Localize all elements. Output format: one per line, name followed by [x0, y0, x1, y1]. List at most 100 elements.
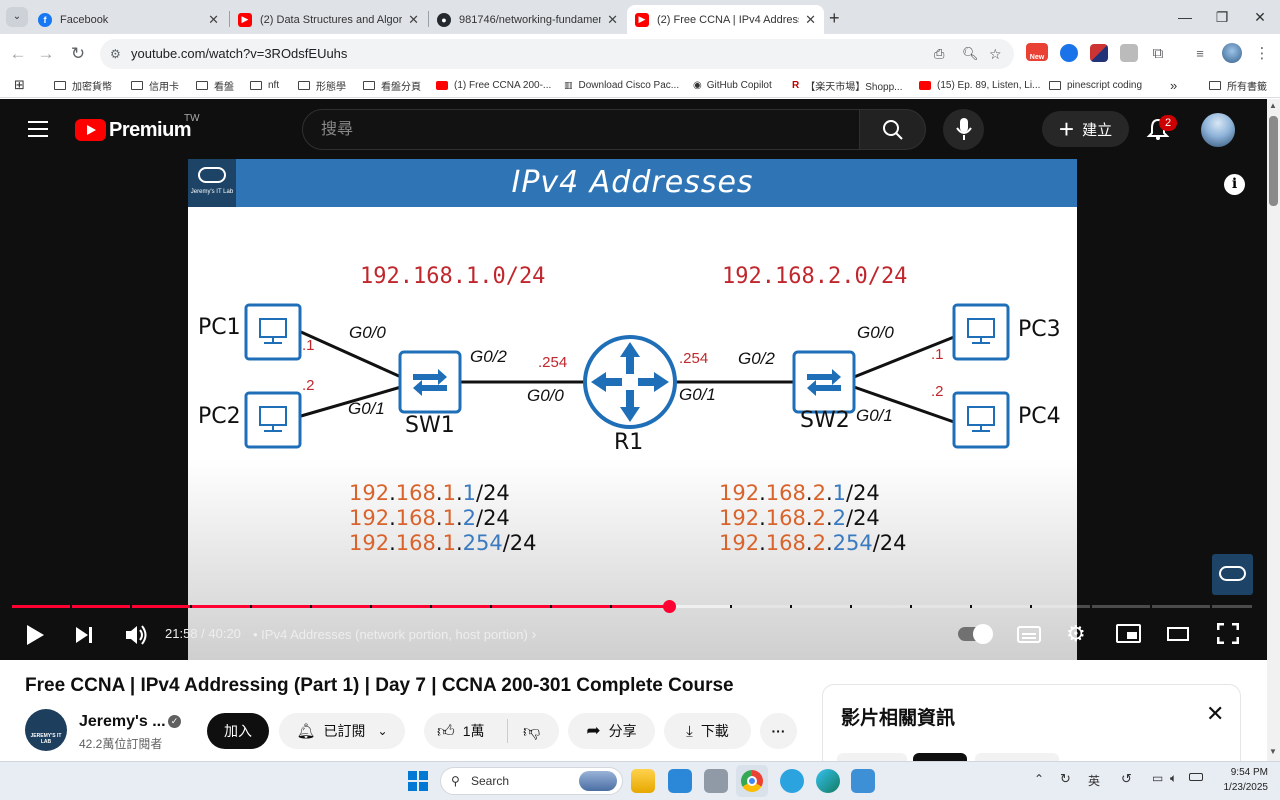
settings-gear-icon[interactable]: ⚙ [1066, 621, 1086, 647]
chrome-taskbar-icon[interactable] [736, 765, 768, 797]
volume-icon[interactable] [124, 624, 148, 646]
app-gray-icon[interactable] [704, 769, 728, 793]
close-tab-icon[interactable]: ✕ [607, 12, 618, 28]
fullscreen-icon[interactable] [1216, 622, 1240, 645]
account-avatar[interactable] [1201, 113, 1235, 147]
scroll-down-icon[interactable]: ▼ [1269, 747, 1277, 756]
bookmark-folder[interactable]: pinescript coding [1049, 76, 1142, 94]
sw2-label: SW2 [800, 408, 850, 433]
notepad-icon[interactable] [851, 769, 875, 793]
bookmark-folder[interactable]: 看盤 [196, 76, 234, 94]
address-bar[interactable]: ⚙ youtube.com/watch?v=3ROdsfEUuhs ⎙ 🔍︎ ☆ [100, 39, 1014, 69]
youtube-play-logo-icon [75, 119, 106, 141]
tab-data-structures[interactable]: ▶ (2) Data Structures and Algorith ✕ [230, 5, 427, 34]
miniplayer-icon[interactable] [1116, 624, 1141, 643]
bookmark-folder[interactable]: 信用卡 [131, 76, 179, 94]
media-control-icon[interactable]: ≡ [1188, 42, 1212, 66]
network-icon[interactable]: ▭ [1152, 771, 1163, 785]
clock-date[interactable]: 1/23/2025 [1212, 782, 1269, 793]
clock-time[interactable]: 9:54 PM [1222, 767, 1268, 778]
bookmark-link[interactable]: (15) Ep. 89, Listen, Li... [919, 76, 1040, 94]
extensions-puzzle-icon[interactable]: ⧉ [1146, 42, 1170, 66]
reload-icon[interactable]: ↻ [66, 42, 90, 66]
info-icon[interactable]: i [1224, 174, 1245, 195]
download-button[interactable]: ⤓ 下載 [664, 713, 751, 749]
install-app-icon[interactable]: ⎙ [934, 39, 944, 69]
extension-grammar-icon[interactable] [1060, 44, 1078, 62]
windows-start-icon[interactable] [408, 771, 428, 791]
forward-icon[interactable]: → [34, 42, 58, 66]
more-actions-button[interactable]: ··· [760, 713, 797, 749]
play-button[interactable] [27, 625, 44, 645]
taskbar-search-box[interactable]: ⚲ Search [440, 767, 623, 795]
autoplay-toggle[interactable] [958, 624, 993, 644]
bookmark-folder[interactable]: 看盤分頁 [363, 76, 421, 94]
hamburger-menu-icon[interactable] [28, 121, 48, 137]
bookmark-link[interactable]: (1) Free CCNA 200-... [436, 76, 551, 94]
minimize-icon[interactable]: — [1165, 6, 1205, 28]
channel-watermark-icon[interactable] [1212, 554, 1253, 595]
like-button[interactable]: 👍︎ 1萬 [424, 719, 508, 743]
port-label: G0/0 [857, 323, 894, 342]
extension-flag-icon[interactable] [1090, 44, 1108, 62]
bookmark-folder[interactable]: 形態學 [298, 76, 346, 94]
close-window-icon[interactable]: ✕ [1240, 6, 1280, 28]
subscribed-button[interactable]: 🔔︎ 已訂閱 ⌄ [279, 713, 405, 749]
bookmark-link[interactable]: ◉ GitHub Copilot [693, 76, 772, 94]
chrome-menu-icon[interactable]: ⋮ [1250, 42, 1274, 66]
create-button[interactable]: + 建立 [1042, 111, 1129, 147]
bookmarks-overflow-icon[interactable]: » [1170, 76, 1177, 94]
scroll-up-icon[interactable]: ▲ [1269, 101, 1277, 110]
avatar-text: JEREMY'S IT LAB [30, 733, 62, 745]
tab-ccna-active[interactable]: ▶ (2) Free CCNA | IPv4 Addressing ✕ [627, 5, 824, 34]
tray-overflow-icon[interactable]: ⌃ [1034, 772, 1044, 786]
edge-icon[interactable] [816, 769, 840, 793]
apps-icon[interactable]: ⊞ [14, 76, 25, 94]
share-button[interactable]: ➦ 分享 [568, 713, 655, 749]
tab-github[interactable]: ● 981746/networking-fundament ✕ [429, 5, 626, 34]
subtitles-icon[interactable] [1017, 626, 1041, 643]
back-icon[interactable]: ← [6, 42, 30, 66]
channel-avatar[interactable]: JEREMY'S IT LAB [25, 709, 67, 751]
restore-icon[interactable]: ❐ [1202, 6, 1242, 28]
search-input[interactable]: 搜尋 [302, 109, 860, 150]
bookmark-link[interactable]: ▥ Download Cisco Pac... [564, 76, 679, 94]
battery-icon[interactable] [1189, 773, 1203, 781]
close-panel-icon[interactable]: ✕ [1206, 701, 1224, 727]
tab-search-button[interactable]: ⌄ [6, 7, 28, 27]
ime-mode-icon[interactable]: ↺ [1121, 771, 1132, 787]
thumbs-down-icon[interactable]: 👎︎ [523, 721, 540, 742]
chapter-title-button[interactable]: • IPv4 Addresses (network portion, host … [253, 626, 536, 643]
theater-mode-icon[interactable] [1167, 627, 1189, 641]
close-tab-icon[interactable]: ✕ [208, 12, 219, 28]
close-tab-icon[interactable]: ✕ [408, 12, 419, 28]
extension-new-icon[interactable]: New [1026, 43, 1048, 61]
next-button[interactable] [76, 627, 94, 643]
app-blue-icon[interactable] [668, 769, 692, 793]
bookmark-link[interactable]: R 【楽天市場】Shopp... [792, 76, 903, 94]
telegram-icon[interactable] [780, 769, 804, 793]
extension-image-icon[interactable] [1120, 44, 1138, 62]
site-info-icon[interactable]: ⚙ [110, 39, 121, 69]
progress-bar[interactable] [12, 600, 1252, 613]
scrollbar-thumb[interactable] [1269, 116, 1278, 206]
speaker-icon[interactable]: 🔈︎ [1170, 771, 1177, 786]
ime-indicator[interactable]: 英 [1088, 772, 1100, 789]
channel-name[interactable]: Jeremy's ... [79, 713, 166, 731]
file-explorer-icon[interactable] [631, 769, 655, 793]
zoom-icon[interactable]: 🔍︎ [962, 39, 979, 69]
bookmark-star-icon[interactable]: ☆ [989, 39, 1002, 69]
profile-avatar[interactable] [1222, 43, 1242, 63]
youtube-logo[interactable]: Premium [75, 118, 192, 142]
tray-sync-icon[interactable]: ↻ [1060, 771, 1071, 787]
bookmark-folder[interactable]: 加密貨幣 [54, 76, 112, 94]
close-tab-icon[interactable]: ✕ [805, 12, 816, 28]
bookmark-folder[interactable]: nft [250, 76, 279, 94]
join-button[interactable]: 加入 [207, 713, 269, 749]
video-frame[interactable]: Jeremy's IT Lab IPv4 Addresses 192.168.1… [188, 159, 1077, 660]
new-tab-button[interactable]: + [829, 8, 840, 29]
search-button[interactable] [859, 109, 926, 150]
voice-search-button[interactable] [943, 109, 984, 150]
tab-facebook[interactable]: f Facebook ✕ [30, 5, 227, 34]
all-bookmarks-folder[interactable]: 所有書籤 [1209, 76, 1267, 94]
